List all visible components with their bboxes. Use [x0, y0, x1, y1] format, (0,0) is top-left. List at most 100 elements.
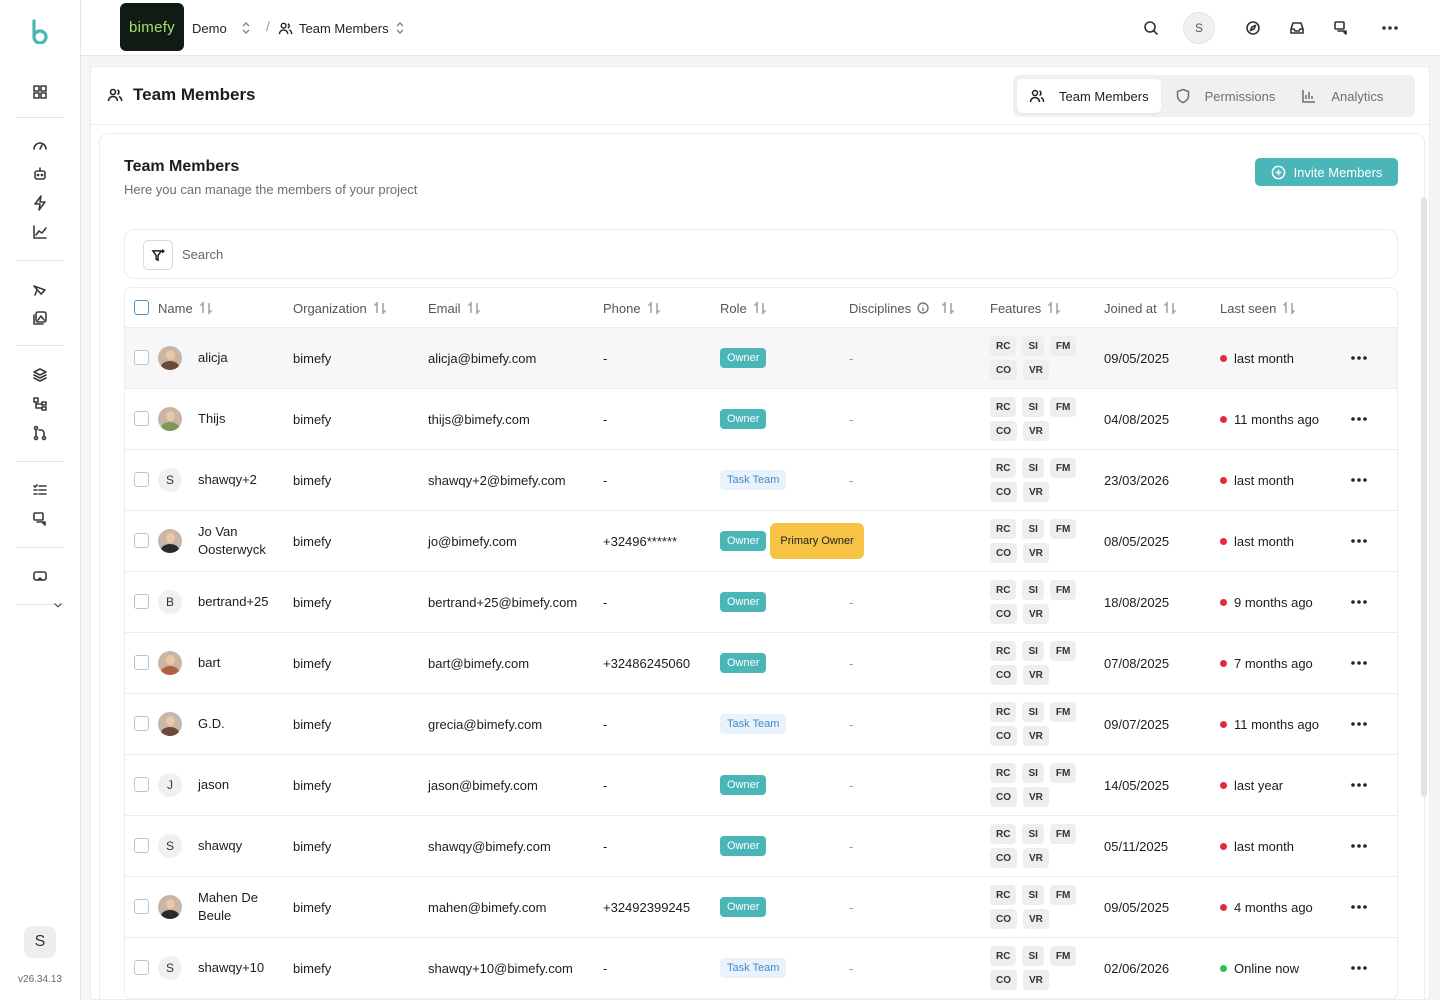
row-checkbox[interactable]	[134, 777, 149, 792]
row-more-options-icon[interactable]	[1347, 836, 1371, 856]
member-name: shawqy	[198, 838, 243, 853]
user-avatar[interactable]: S	[1183, 12, 1215, 44]
filter-sparkle-icon[interactable]	[143, 240, 173, 270]
column-header-organization[interactable]: Organization	[293, 288, 387, 328]
row-more-options-icon[interactable]	[1347, 714, 1371, 734]
row-checkbox[interactable]	[134, 533, 149, 548]
inbox-icon[interactable]	[1287, 18, 1307, 38]
messages-icon[interactable]	[1331, 18, 1351, 38]
table-row[interactable]: G.D. bimefy grecia@bimefy.com - Task Team - RC…	[125, 694, 1397, 755]
table-row[interactable]: alicja bimefy alicja@bimefy.com - Owner - RC SI…	[125, 328, 1397, 389]
hierarchy-icon[interactable]	[30, 394, 50, 414]
layers-icon[interactable]	[30, 365, 50, 385]
member-last-seen: last month	[1220, 511, 1294, 571]
tab-permissions[interactable]: Permissions	[1163, 79, 1288, 113]
vr-headset-icon[interactable]	[30, 566, 50, 586]
chat-icon[interactable]	[30, 509, 50, 529]
image-edit-icon[interactable]	[30, 308, 50, 328]
section-selector[interactable]: Team Members	[278, 0, 405, 56]
user-avatar[interactable]: S	[24, 926, 56, 958]
table-row[interactable]: Jo Van Oosterwyck bimefy jo@bimefy.com +324…	[125, 511, 1397, 572]
row-checkbox[interactable]	[134, 716, 149, 731]
project-selector[interactable]: Demo	[192, 0, 251, 56]
chevron-down-icon[interactable]	[48, 595, 68, 615]
table-row[interactable]: Sshawqy bimefy shawqy@bimefy.com - Owner - RC S…	[125, 816, 1397, 877]
row-checkbox[interactable]	[134, 838, 149, 853]
gauge-icon[interactable]	[30, 135, 50, 155]
role-badge: Task Team	[720, 470, 787, 490]
drone-icon[interactable]	[30, 279, 50, 299]
feature-chip: SI	[1022, 763, 1044, 783]
column-header-email[interactable]: Email	[428, 288, 481, 328]
member-last-seen: last month	[1220, 328, 1294, 388]
row-more-options-icon[interactable]	[1347, 958, 1371, 978]
table-row[interactable]: Jjason bimefy jason@bimefy.com - Owner - RC SI F…	[125, 755, 1397, 816]
search-icon[interactable]	[1141, 18, 1161, 38]
row-more-options-icon[interactable]	[1347, 897, 1371, 917]
table-row[interactable]: Bbertrand+25 bimefy bertrand+25@bimefy.com…	[125, 572, 1397, 633]
row-more-options-icon[interactable]	[1347, 775, 1371, 795]
table-row[interactable]: Mahen De Beule bimefy mahen@bimefy.com +324…	[125, 877, 1397, 938]
table-row[interactable]: bart bimefy bart@bimefy.com +32486245060 Own…	[125, 633, 1397, 694]
member-role: Owner	[720, 633, 767, 693]
chart-line-icon[interactable]	[30, 222, 50, 242]
row-more-options-icon[interactable]	[1347, 531, 1371, 551]
member-disciplines: -	[849, 411, 854, 427]
scrollbar[interactable]	[1421, 197, 1427, 797]
column-header-disciplines[interactable]: Disciplines	[849, 288, 955, 328]
column-header-features[interactable]: Features	[990, 288, 1061, 328]
role-badge: Owner	[720, 836, 767, 856]
row-checkbox[interactable]	[134, 411, 149, 426]
column-header-last-seen[interactable]: Last seen	[1220, 288, 1296, 328]
feature-chip: RC	[990, 641, 1017, 661]
brand-logo[interactable]: bimefy	[120, 3, 184, 51]
tab-team-members[interactable]: Team Members	[1017, 79, 1161, 113]
row-checkbox[interactable]	[134, 899, 149, 914]
git-branch-icon[interactable]	[30, 423, 50, 443]
compass-icon[interactable]	[1243, 18, 1263, 38]
column-header-role[interactable]: Role	[720, 288, 767, 328]
sidebar-divider	[16, 260, 64, 261]
card-title: Team Members	[124, 158, 240, 175]
row-more-options-icon[interactable]	[1347, 653, 1371, 673]
search-input[interactable]	[182, 244, 682, 264]
row-checkbox[interactable]	[134, 655, 149, 670]
column-header-joined-at[interactable]: Joined at	[1104, 288, 1177, 328]
lightning-icon[interactable]	[30, 193, 50, 213]
more-options-icon[interactable]	[1380, 18, 1400, 38]
feature-chip: CO	[990, 665, 1017, 685]
row-checkbox[interactable]	[134, 594, 149, 609]
member-disciplines: -	[849, 716, 854, 732]
feature-chip: VR	[1023, 360, 1049, 380]
member-organization: bimefy	[293, 533, 332, 549]
feature-chip: CO	[990, 848, 1017, 868]
feature-chip: RC	[990, 946, 1017, 966]
invite-members-button[interactable]: Invite Members	[1255, 158, 1398, 186]
row-more-options-icon[interactable]	[1347, 470, 1371, 490]
member-features: RC SI FM CO VR	[990, 336, 1090, 380]
sort-icon	[199, 301, 213, 315]
dashboard-icon[interactable]	[30, 82, 50, 102]
column-header-name[interactable]: Name	[158, 288, 213, 328]
select-all-checkbox[interactable]	[134, 300, 149, 315]
table-row[interactable]: Sshawqy+2 bimefy shawqy+2@bimefy.com - Task …	[125, 450, 1397, 511]
member-phone: -	[603, 350, 608, 366]
table-row[interactable]: Thijs bimefy thijs@bimefy.com - Owner - RC SI FM…	[125, 389, 1397, 450]
tab-analytics[interactable]: Analytics	[1289, 79, 1395, 113]
bimefy-logo-icon[interactable]	[28, 18, 52, 45]
member-role: Owner	[720, 572, 767, 632]
checklist-icon[interactable]	[30, 480, 50, 500]
column-header-phone[interactable]: Phone	[603, 288, 661, 328]
row-checkbox[interactable]	[134, 350, 149, 365]
info-icon[interactable]	[917, 302, 929, 314]
robot-icon[interactable]	[30, 164, 50, 184]
row-more-options-icon[interactable]	[1347, 348, 1371, 368]
row-checkbox[interactable]	[134, 472, 149, 487]
member-role: Owner	[720, 877, 767, 937]
avatar	[158, 651, 182, 675]
row-checkbox[interactable]	[134, 960, 149, 975]
row-more-options-icon[interactable]	[1347, 409, 1371, 429]
sidebar-divider	[16, 461, 64, 462]
row-more-options-icon[interactable]	[1347, 592, 1371, 612]
table-row[interactable]: Sshawqy+10 bimefy shawqy+10@bimefy.com - Tas…	[125, 938, 1397, 999]
